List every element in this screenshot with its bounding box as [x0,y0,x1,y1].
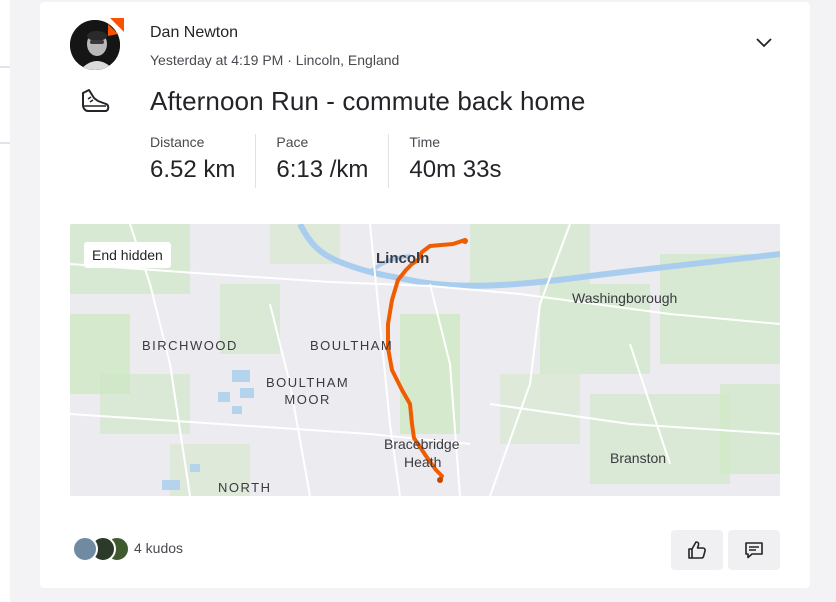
route-map[interactable]: End hidden Lincoln Washingborough BIRCHW… [70,224,780,496]
map-label-branston: Branston [610,450,667,466]
running-shoe-icon [82,89,110,112]
stat-time: Time 40m 33s [409,134,521,188]
stat-label: Pace [276,134,309,150]
map-label-boultham: BOULTHAM [310,338,394,353]
map-label-heath: Heath [404,454,442,470]
end-hidden-label: End hidden [84,242,171,268]
activity-stats: Distance 6.52 km Pace 6:13 /km Time 40m … [150,134,541,188]
avatar [72,536,98,562]
kudos-avatars[interactable] [72,536,132,564]
activity-title[interactable]: Afternoon Run - commute back home [150,86,585,117]
stat-value: 6.52 km [150,156,236,183]
map-label-lincoln: Lincoln [376,250,430,267]
stat-value: 40m 33s [409,156,502,183]
comment-icon [745,542,763,559]
stat-pace: Pace 6:13 /km [276,134,390,188]
sidebar-divider [0,142,10,144]
chevron-down-icon[interactable] [752,30,776,54]
map-label-birchwood: BIRCHWOOD [142,338,238,353]
stat-value: 6:13 /km [276,156,369,183]
athlete-name[interactable]: Dan Newton [150,24,238,42]
thumbs-up-icon [688,541,706,559]
stat-label: Distance [150,134,205,150]
give-kudos-button[interactable] [671,530,723,570]
map-label-bracebridge: Bracebridge [384,436,460,452]
map-label-washingborough: Washingborough [572,290,678,306]
sidebar-edge [0,0,10,602]
comment-button[interactable] [728,530,780,570]
sidebar-divider [0,66,10,68]
route-end-marker [437,477,443,483]
map-label-north: NORTH [218,480,272,495]
subscriber-badge-icon [108,18,124,36]
activity-meta: Yesterday at 4:19 PM · Lincoln, England [150,52,400,68]
map-label-boultham-moor: BOULTHAM MOOR [266,375,350,407]
route-start-marker [462,238,468,244]
stat-distance: Distance 6.52 km [150,134,257,188]
kudos-count[interactable]: 4 kudos [134,540,183,556]
activity-card: Dan Newton Yesterday at 4:19 PM · Lincol… [40,2,810,588]
stat-label: Time [409,134,441,150]
